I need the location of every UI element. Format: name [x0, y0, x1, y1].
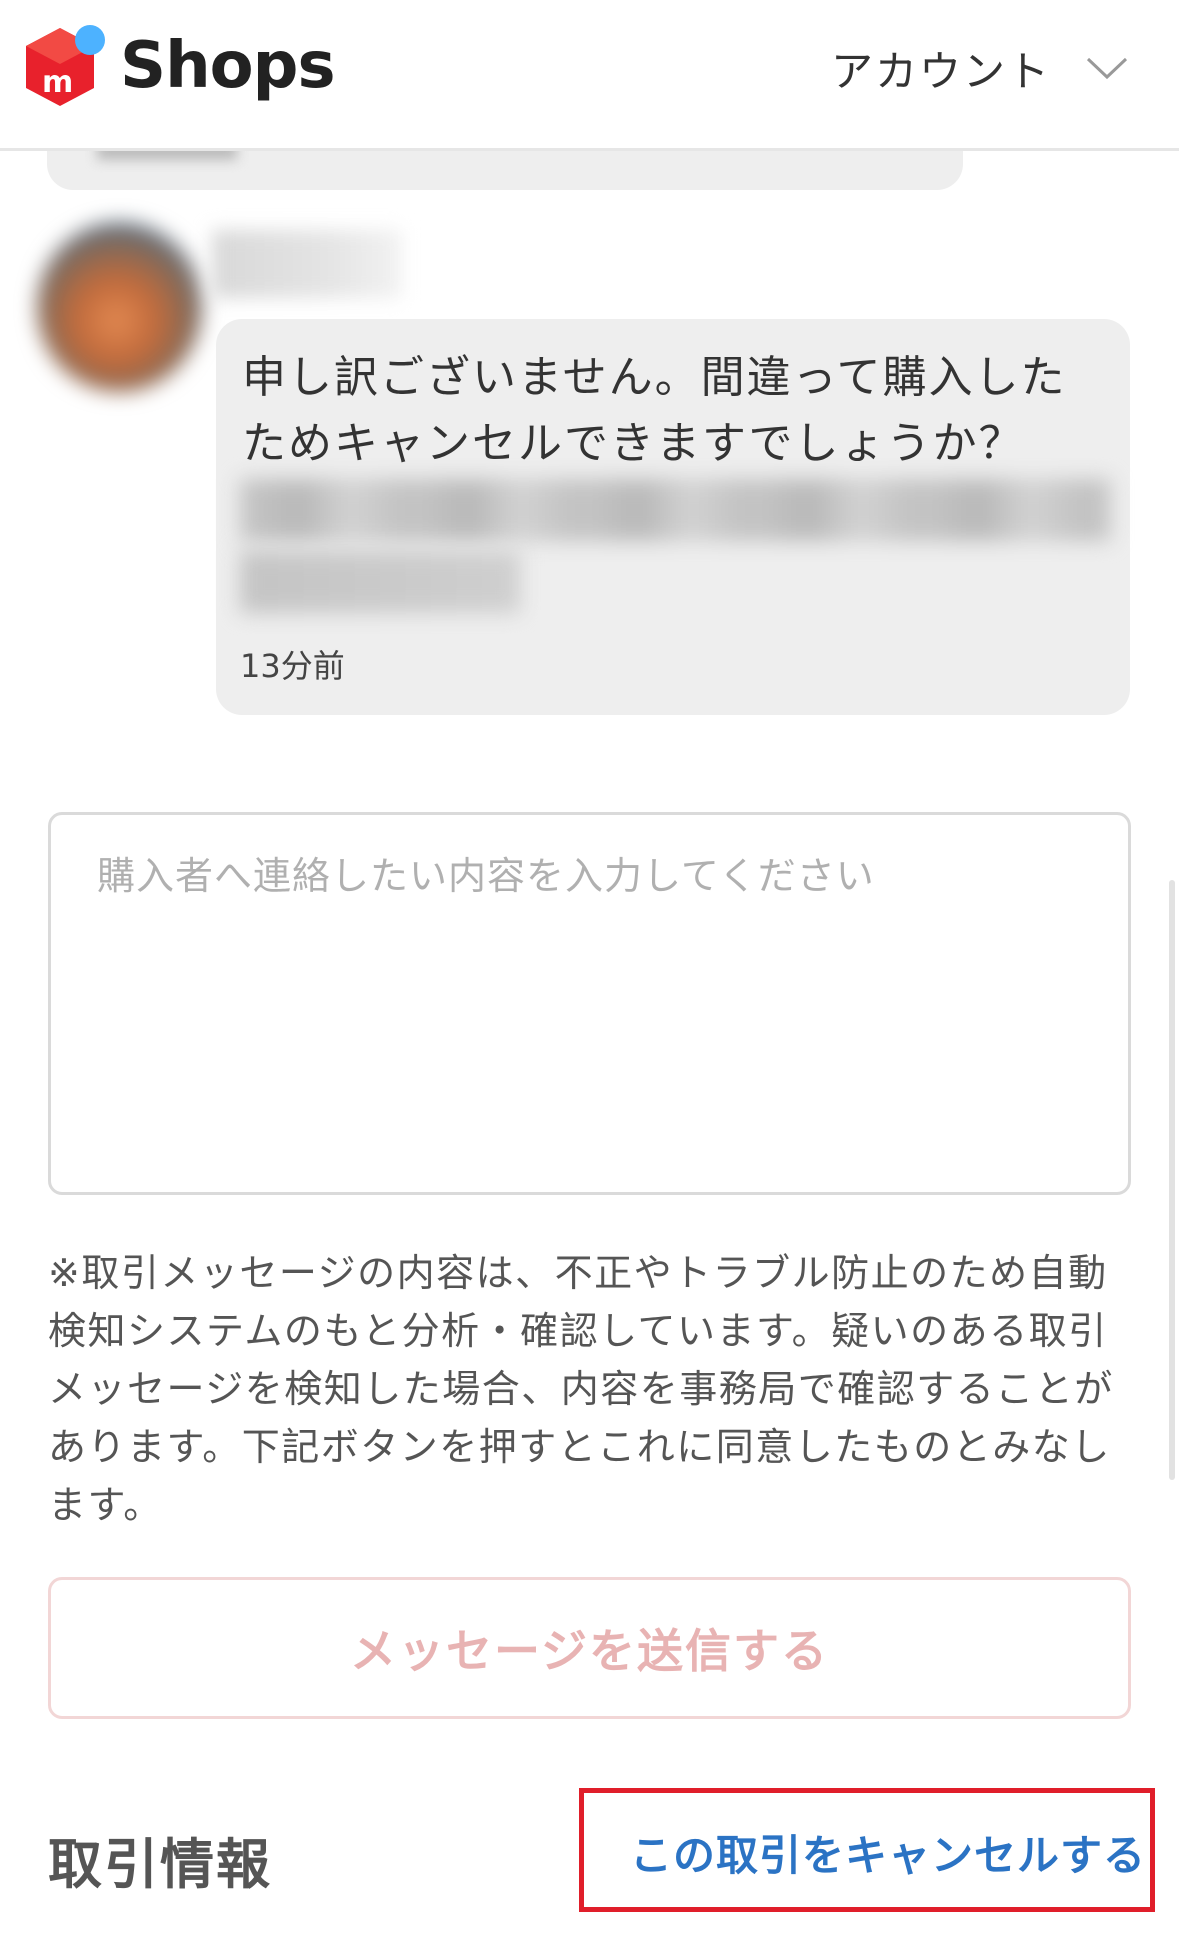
- moderation-notice: ※取引メッセージの内容は、不正やトラブル防止のため自動検知システムのもと分析・確…: [48, 1251, 1114, 1527]
- sender-name-redacted: [212, 230, 402, 298]
- message-input[interactable]: [48, 812, 1131, 1195]
- message-timestamp: 13分前: [240, 647, 345, 685]
- redacted-message-text: [240, 479, 1110, 619]
- account-menu[interactable]: アカウント: [831, 38, 1129, 98]
- mercari-logo-icon[interactable]: m: [22, 22, 108, 112]
- app-header: m Shops アカウント: [0, 0, 1179, 151]
- message-text: 申し訳ございません。間違って購入したためキャンセルできますでしょうか？: [242, 352, 1067, 469]
- sender-avatar: [37, 222, 202, 392]
- cancel-transaction-link[interactable]: この取引をキャンセルする: [630, 1822, 1146, 1883]
- message-bubble: 申し訳ございません。間違って購入したためキャンセルできますでしょうか？ 13分前: [216, 319, 1130, 715]
- chevron-down-icon[interactable]: [1085, 54, 1129, 82]
- send-message-button[interactable]: メッセージを送信する: [48, 1577, 1131, 1719]
- account-label[interactable]: アカウント: [831, 38, 1051, 99]
- scrollbar[interactable]: [1169, 880, 1175, 1480]
- svg-text:m: m: [42, 65, 73, 100]
- brand-name[interactable]: Shops: [120, 24, 336, 108]
- transaction-info-heading: 取引情報: [48, 1833, 272, 1896]
